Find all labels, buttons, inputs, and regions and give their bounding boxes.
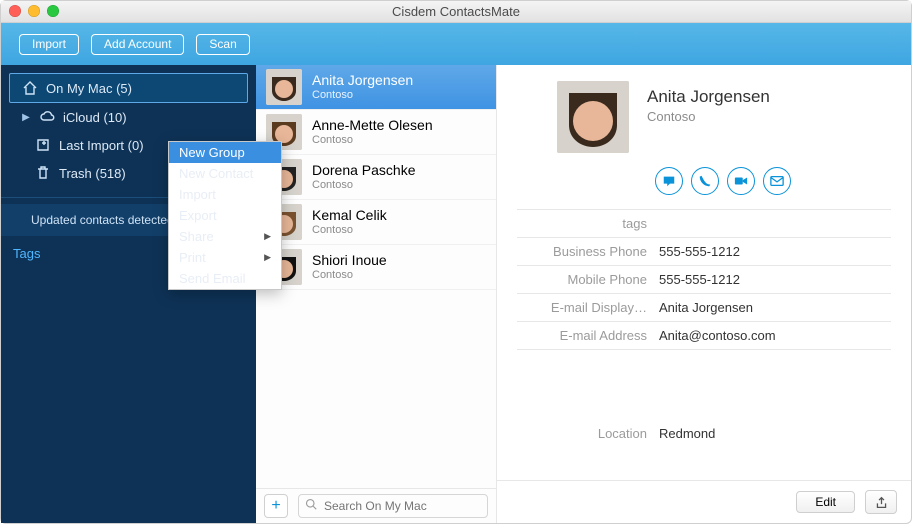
menu-item-share[interactable]: Share [169, 226, 281, 247]
contact-row[interactable]: Kemal Celik Contoso [256, 200, 496, 245]
import-button[interactable]: Import [19, 34, 79, 55]
menu-item-label: Print [179, 250, 206, 265]
field-label: Business Phone [517, 244, 659, 259]
sidebar-item-on-my-mac[interactable]: On My Mac (5) [9, 73, 248, 103]
email-button[interactable] [763, 167, 791, 195]
menu-item-new-contact[interactable]: New Contact [169, 163, 281, 184]
contact-list-panel: Anita Jorgensen Contoso Anne-Mette Olese… [256, 65, 497, 523]
contact-list-footer: + [256, 488, 496, 523]
menu-item-label: Send Email [179, 271, 245, 286]
contact-org: Contoso [312, 179, 416, 192]
close-window-button[interactable] [9, 5, 21, 17]
field-label: Location [517, 426, 659, 441]
detail-field: E-mail Address Anita@contoso.com [517, 321, 891, 350]
edit-button[interactable]: Edit [796, 491, 855, 513]
contact-name: Dorena Paschke [312, 162, 416, 179]
detail-actions [497, 161, 911, 209]
detail-field: Mobile Phone 555-555-1212 [517, 265, 891, 293]
contact-row[interactable]: Dorena Paschke Contoso [256, 155, 496, 200]
contact-name: Kemal Celik [312, 207, 387, 224]
contact-list[interactable]: Anita Jorgensen Contoso Anne-Mette Olese… [256, 65, 496, 488]
minimize-window-button[interactable] [28, 5, 40, 17]
message-button[interactable] [655, 167, 683, 195]
detail-org: Contoso [647, 109, 770, 124]
contact-row[interactable]: Anita Jorgensen Contoso [256, 65, 496, 110]
menu-item-print[interactable]: Print [169, 247, 281, 268]
menu-item-label: New Group [179, 145, 245, 160]
field-value: 555-555-1212 [659, 244, 740, 259]
field-label: E-mail Display… [517, 300, 659, 315]
trash-icon [35, 165, 51, 181]
detail-fields: tags Business Phone 555-555-1212 Mobile … [497, 209, 911, 447]
share-button[interactable] [865, 490, 897, 514]
contact-row[interactable]: Shiori Inoue Contoso [256, 245, 496, 290]
avatar [266, 69, 302, 105]
detail-name: Anita Jorgensen [647, 87, 770, 107]
window-title: Cisdem ContactsMate [392, 4, 520, 19]
main-columns: On My Mac (5) ▶ iCloud (10) Last Import … [1, 65, 911, 523]
contact-name: Anita Jorgensen [312, 72, 413, 89]
plus-icon: + [271, 497, 280, 515]
window-titlebar: Cisdem ContactsMate [1, 1, 911, 23]
menu-item-send-email[interactable]: Send Email [169, 268, 281, 289]
search-field[interactable] [298, 494, 488, 518]
detail-field: E-mail Display… Anita Jorgensen [517, 293, 891, 321]
call-button[interactable] [691, 167, 719, 195]
field-value: Anita@contoso.com [659, 328, 776, 343]
field-label: Mobile Phone [517, 272, 659, 287]
add-contact-button[interactable]: + [264, 494, 288, 518]
menu-item-import[interactable]: Import [169, 184, 281, 205]
main-toolbar: Import Add Account Scan [1, 23, 911, 65]
home-icon [22, 80, 38, 96]
contact-org: Contoso [312, 269, 387, 282]
zoom-window-button[interactable] [47, 5, 59, 17]
menu-item-new-group[interactable]: New Group [169, 142, 281, 163]
contact-org: Contoso [312, 89, 413, 102]
detail-avatar [557, 81, 629, 153]
detail-panel: Anita Jorgensen Contoso tags [497, 65, 911, 523]
sidebar-item-label: Last Import (0) [59, 138, 144, 153]
menu-item-label: New Contact [179, 166, 253, 181]
contact-row[interactable]: Anne-Mette Olesen Contoso [256, 110, 496, 155]
contact-org: Contoso [312, 134, 433, 147]
menu-item-label: Export [179, 208, 217, 223]
scan-button[interactable]: Scan [196, 34, 249, 55]
chevron-right-icon: ▶ [21, 112, 31, 123]
search-input[interactable] [322, 498, 481, 514]
field-value: 555-555-1212 [659, 272, 740, 287]
field-value: Anita Jorgensen [659, 300, 753, 315]
menu-item-label: Import [179, 187, 216, 202]
sidebar-context-menu: New Group New Contact Import Export Shar… [168, 141, 282, 290]
search-icon [305, 497, 317, 515]
detail-field: tags [517, 209, 891, 237]
detail-field: Business Phone 555-555-1212 [517, 237, 891, 265]
detail-field: Location Redmond [517, 420, 891, 447]
field-value: Redmond [659, 426, 715, 441]
field-label: tags [517, 216, 659, 231]
detail-header: Anita Jorgensen Contoso [497, 65, 911, 161]
contact-org: Contoso [312, 224, 387, 237]
contact-name: Shiori Inoue [312, 252, 387, 269]
cloud-icon [39, 109, 55, 125]
contact-name: Anne-Mette Olesen [312, 117, 433, 134]
menu-item-export[interactable]: Export [169, 205, 281, 226]
updated-contacts-label: Updated contacts detected [31, 213, 174, 227]
sidebar: On My Mac (5) ▶ iCloud (10) Last Import … [1, 65, 256, 523]
field-label: E-mail Address [517, 328, 659, 343]
share-icon [875, 496, 888, 509]
window-controls [9, 5, 59, 17]
sidebar-item-icloud[interactable]: ▶ iCloud (10) [9, 103, 248, 131]
menu-item-label: Share [179, 229, 214, 244]
sidebar-item-label: iCloud (10) [63, 110, 127, 125]
import-icon [35, 137, 51, 153]
sidebar-item-label: Trash (518) [59, 166, 126, 181]
add-account-button[interactable]: Add Account [91, 34, 184, 55]
detail-footer: Edit [497, 480, 911, 523]
video-button[interactable] [727, 167, 755, 195]
sidebar-item-label: On My Mac (5) [46, 81, 132, 96]
